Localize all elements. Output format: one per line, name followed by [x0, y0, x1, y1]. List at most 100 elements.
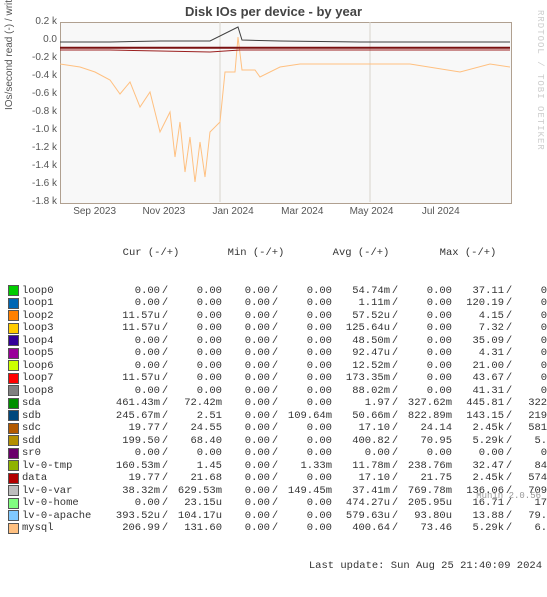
swatch-icon	[8, 410, 19, 421]
max-plus: 322.86	[514, 397, 547, 410]
cur-plus: 0.00	[170, 297, 222, 310]
hdr-min: Min (-/+)	[206, 247, 306, 260]
avg-minus: 1.97	[332, 397, 390, 410]
avg-minus: 88.02m	[332, 385, 390, 398]
min-plus: 0.00	[280, 310, 332, 323]
legend-row-loop0: loop00.00/0.000.00/0.0054.74m/0.0037.11/…	[8, 285, 547, 298]
avg-plus: 0.00	[400, 335, 452, 348]
cur-minus: 0.00	[102, 335, 160, 348]
max-plus: 79.75m	[514, 510, 547, 523]
legend-row-lv-0-tmp: lv-0-tmp160.53m/1.450.00/1.33m11.78m/238…	[8, 460, 547, 473]
min-plus: 149.45m	[280, 485, 332, 498]
device-name: loop2	[22, 310, 102, 323]
avg-minus: 17.10	[332, 472, 390, 485]
max-minus: 13.88	[452, 510, 504, 523]
min-plus: 109.64m	[280, 410, 332, 423]
device-name: sr0	[22, 447, 102, 460]
avg-minus: 12.52m	[332, 360, 390, 373]
min-minus: 0.00	[222, 485, 270, 498]
avg-plus: 21.75	[400, 472, 452, 485]
last-update: Last update: Sun Aug 25 21:40:09 2024	[8, 560, 547, 573]
cur-plus: 68.40	[170, 435, 222, 448]
cur-plus: 24.55	[170, 422, 222, 435]
device-name: sdc	[22, 422, 102, 435]
cur-plus: 104.17u	[170, 510, 222, 523]
max-minus: 21.00	[452, 360, 504, 373]
x-tick: Jul 2024	[417, 206, 465, 217]
cur-plus: 23.15u	[170, 497, 222, 510]
legend-row-loop4: loop40.00/0.000.00/0.0048.50m/0.0035.09/…	[8, 335, 547, 348]
avg-plus: 238.76m	[400, 460, 452, 473]
cur-minus: 0.00	[102, 285, 160, 298]
min-plus: 0.00	[280, 435, 332, 448]
hdr-max: Max (-/+)	[416, 247, 520, 260]
min-plus: 0.00	[280, 372, 332, 385]
legend-row-lv-0-home: lv-0-home0.00/23.15u0.00/0.00474.27u/205…	[8, 497, 547, 510]
avg-minus: 1.11m	[332, 297, 390, 310]
min-minus: 0.00	[222, 347, 270, 360]
avg-minus: 92.47u	[332, 347, 390, 360]
y-axis-label: IOs/second read (-) / write (+)	[4, 0, 15, 110]
device-name: loop0	[22, 285, 102, 298]
max-minus: 4.15	[452, 310, 504, 323]
max-minus: 41.31	[452, 385, 504, 398]
device-name: lv-0-tmp	[22, 460, 102, 473]
avg-minus: 400.82	[332, 435, 390, 448]
x-tick: Mar 2024	[278, 206, 326, 217]
device-name: lv-0-home	[22, 497, 102, 510]
device-name: lv-0-apache	[22, 510, 102, 523]
swatch-icon	[8, 448, 19, 459]
legend-row-loop6: loop60.00/0.000.00/0.0012.52m/0.0021.00/…	[8, 360, 547, 373]
min-minus: 0.00	[222, 360, 270, 373]
avg-plus: 93.80u	[400, 510, 452, 523]
min-minus: 0.00	[222, 472, 270, 485]
cur-minus: 0.00	[102, 360, 160, 373]
device-name: loop4	[22, 335, 102, 348]
legend-row-loop3: loop311.57u/0.000.00/0.00125.64u/0.007.3…	[8, 322, 547, 335]
max-plus: 0.00	[514, 447, 547, 460]
avg-plus: 0.00	[400, 285, 452, 298]
cur-plus: 0.00	[170, 322, 222, 335]
min-plus: 0.00	[280, 360, 332, 373]
swatch-icon	[8, 485, 19, 496]
legend-row-sdb: sdb245.67m/2.510.00/109.64m50.66m/822.89…	[8, 410, 547, 423]
max-minus: 4.31	[452, 347, 504, 360]
max-minus: 7.32	[452, 322, 504, 335]
min-plus: 0.00	[280, 447, 332, 460]
avg-plus: 822.89m	[400, 410, 452, 423]
swatch-icon	[8, 323, 19, 334]
max-minus: 37.11	[452, 285, 504, 298]
avg-minus: 125.64u	[332, 322, 390, 335]
swatch-icon	[8, 498, 19, 509]
y-tick: -0.2 k	[17, 52, 57, 63]
cur-minus: 393.52u	[102, 510, 160, 523]
munin-version: Munin 2.0.56	[476, 491, 541, 501]
legend-row-loop2: loop211.57u/0.000.00/0.0057.52u/0.004.15…	[8, 310, 547, 323]
cur-minus: 11.57u	[102, 310, 160, 323]
swatch-icon	[8, 510, 19, 521]
cur-plus: 21.68	[170, 472, 222, 485]
device-name: loop7	[22, 372, 102, 385]
device-name: loop3	[22, 322, 102, 335]
avg-minus: 54.74m	[332, 285, 390, 298]
device-name: sdd	[22, 435, 102, 448]
legend-row-data: data19.77/21.680.00/0.0017.10/21.752.45k…	[8, 472, 547, 485]
min-plus: 0.00	[280, 497, 332, 510]
device-name: loop6	[22, 360, 102, 373]
hdr-cur: Cur (-/+)	[96, 247, 206, 260]
min-plus: 0.00	[280, 422, 332, 435]
legend-row-lv-0-var: lv-0-var38.32m/629.53m0.00/149.45m37.41m…	[8, 485, 547, 498]
min-minus: 0.00	[222, 372, 270, 385]
avg-plus: 0.00	[400, 360, 452, 373]
avg-plus: 0.00	[400, 372, 452, 385]
cur-minus: 461.43m	[102, 397, 160, 410]
swatch-icon	[8, 423, 19, 434]
min-minus: 0.00	[222, 297, 270, 310]
y-tick: -1.2 k	[17, 142, 57, 153]
min-plus: 0.00	[280, 510, 332, 523]
max-minus: 445.81	[452, 397, 504, 410]
min-minus: 0.00	[222, 322, 270, 335]
max-plus: 574.99	[514, 472, 547, 485]
cur-minus: 11.57u	[102, 322, 160, 335]
y-tick: -0.4 k	[17, 70, 57, 81]
